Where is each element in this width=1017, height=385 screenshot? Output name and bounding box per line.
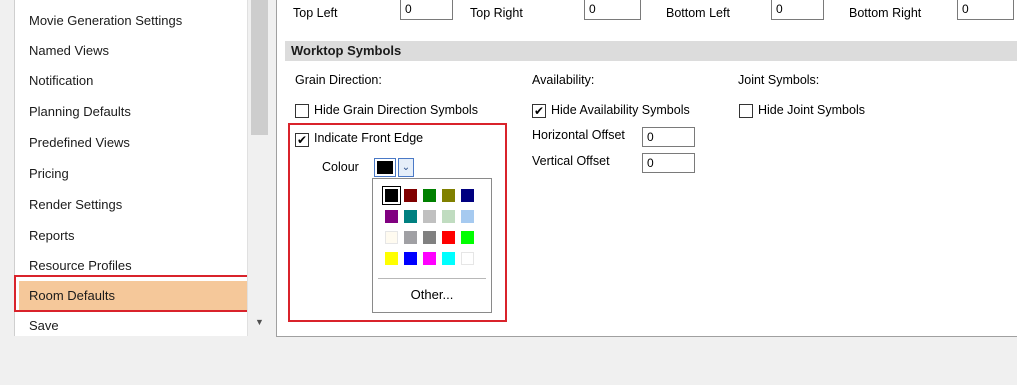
scroll-down-arrow-icon[interactable]: ▼ — [251, 313, 268, 331]
settings-navigation: Movie Generation Settings Named Views No… — [0, 0, 272, 336]
room-defaults-panel: Top Left 0 Top Right 0 Bottom Left 0 Bot… — [276, 0, 1017, 337]
nav-item-predefined-views[interactable]: Predefined Views — [29, 128, 130, 158]
nav-item-notification[interactable]: Notification — [29, 66, 93, 96]
front-edge-highlight-box — [288, 123, 507, 322]
worktop-symbols-header: Worktop Symbols — [285, 41, 1017, 61]
bottom-left-field[interactable]: 0 — [771, 0, 824, 20]
hide-grain-direction-label[interactable]: Hide Grain Direction Symbols — [314, 103, 478, 117]
hide-joint-symbols-label[interactable]: Hide Joint Symbols — [758, 103, 865, 117]
horizontal-offset-label: Horizontal Offset — [532, 128, 625, 142]
top-right-label: Top Right — [470, 6, 523, 20]
room-defaults-highlight-box — [14, 275, 250, 312]
hide-joint-symbols-checkbox[interactable] — [739, 104, 753, 118]
nav-item-movie-generation-settings[interactable]: Movie Generation Settings — [29, 6, 182, 36]
top-left-field[interactable]: 0 — [400, 0, 453, 20]
hide-grain-direction-checkbox[interactable] — [295, 104, 309, 118]
top-left-label: Top Left — [293, 6, 338, 20]
nav-item-pricing[interactable]: Pricing — [29, 159, 69, 189]
nav-item-render-settings[interactable]: Render Settings — [29, 190, 122, 220]
bottom-left-label: Bottom Left — [666, 6, 730, 20]
dialog-footer — [0, 337, 1017, 385]
nav-scrollbar[interactable]: ▼ — [247, 0, 271, 336]
availability-heading: Availability: — [532, 73, 595, 87]
bottom-right-field[interactable]: 0 — [957, 0, 1014, 20]
vertical-offset-field[interactable]: 0 — [642, 153, 695, 173]
nav-item-reports[interactable]: Reports — [29, 221, 75, 251]
grain-direction-heading: Grain Direction: — [295, 73, 382, 87]
bottom-right-label: Bottom Right — [849, 6, 922, 20]
nav-scrollbar-thumb[interactable] — [251, 0, 268, 135]
check-mark-icon: ✔ — [533, 104, 545, 118]
hide-availability-label[interactable]: Hide Availability Symbols — [551, 103, 690, 117]
nav-item-named-views[interactable]: Named Views — [29, 36, 109, 66]
nav-item-planning-defaults[interactable]: Planning Defaults — [29, 97, 131, 127]
horizontal-offset-field[interactable]: 0 — [642, 127, 695, 147]
vertical-offset-label: Vertical Offset — [532, 154, 610, 168]
hide-availability-checkbox[interactable]: ✔ — [532, 104, 546, 118]
top-right-field[interactable]: 0 — [584, 0, 641, 20]
joint-symbols-heading: Joint Symbols: — [738, 73, 820, 87]
